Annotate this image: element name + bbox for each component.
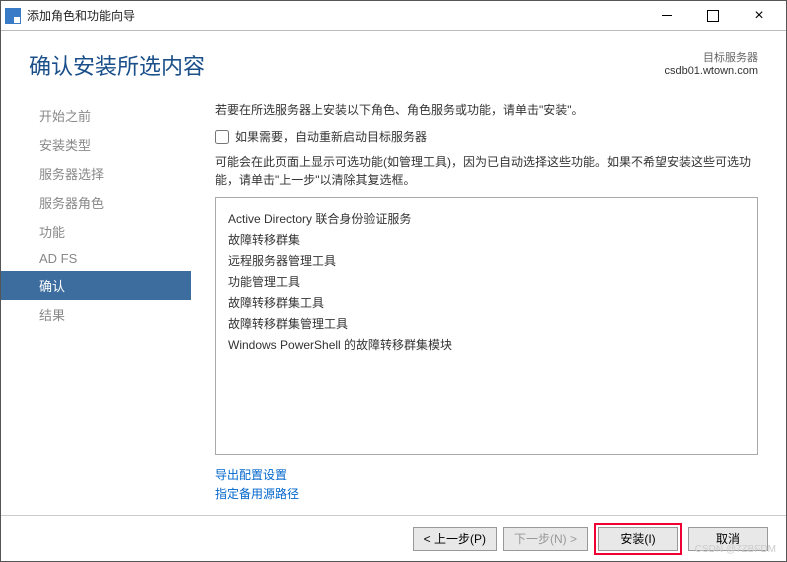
prev-button[interactable]: < 上一步(P) [413,527,497,551]
server-info: 目标服务器 csdb01.wtown.com [664,49,758,77]
app-icon [5,8,21,24]
server-name: csdb01.wtown.com [664,65,758,77]
list-item: 故障转移群集工具 [228,292,745,313]
sidebar-item-serverselect[interactable]: 服务器选择 [29,159,191,188]
maximize-button[interactable] [690,1,736,31]
titlebar: 添加角色和功能向导 × [1,1,786,31]
minimize-button[interactable] [644,1,690,31]
server-label: 目标服务器 [664,49,758,65]
sidebar-item-installtype[interactable]: 安装类型 [29,130,191,159]
wizard-sidebar: 开始之前 安装类型 服务器选择 服务器角色 功能 AD FS 确认 结果 [1,93,191,511]
sidebar-item-adfs[interactable]: AD FS [29,246,191,271]
list-item: 功能管理工具 [228,271,745,292]
export-config-link[interactable]: 导出配置设置 [215,465,758,484]
install-button[interactable]: 安装(I) [598,527,678,551]
install-highlight: 安装(I) [594,523,682,555]
main-panel: 若要在所选服务器上安装以下角色、角色服务或功能，请单击"安装"。 如果需要，自动… [191,93,786,511]
list-item: 故障转移群集 [228,229,745,250]
page-header: 确认安装所选内容 目标服务器 csdb01.wtown.com [1,31,786,93]
sidebar-item-serverroles[interactable]: 服务器角色 [29,188,191,217]
info-text: 可能会在此页面上显示可选功能(如管理工具)，因为已自动选择这些功能。如果不希望安… [215,153,758,189]
alt-source-link[interactable]: 指定备用源路径 [215,484,758,503]
intro-text: 若要在所选服务器上安装以下角色、角色服务或功能，请单击"安装"。 [215,101,758,118]
window-title: 添加角色和功能向导 [27,7,644,24]
cancel-button[interactable]: 取消 [688,527,768,551]
list-item: 故障转移群集管理工具 [228,313,745,334]
list-item: Active Directory 联合身份验证服务 [228,208,745,229]
sidebar-item-features[interactable]: 功能 [29,217,191,246]
auto-restart-checkbox[interactable] [215,130,229,144]
wizard-footer: < 上一步(P) 下一步(N) > 安装(I) 取消 [1,515,786,561]
page-title: 确认安装所选内容 [29,49,205,81]
sidebar-item-results[interactable]: 结果 [29,300,191,329]
list-item: Windows PowerShell 的故障转移群集模块 [228,334,745,355]
sidebar-item-before[interactable]: 开始之前 [29,101,191,130]
auto-restart-label: 如果需要，自动重新启动目标服务器 [235,128,427,145]
next-button: 下一步(N) > [503,527,588,551]
list-item: 远程服务器管理工具 [228,250,745,271]
selection-listbox[interactable]: Active Directory 联合身份验证服务 故障转移群集 远程服务器管理… [215,197,758,455]
close-button[interactable]: × [736,1,782,31]
sidebar-item-confirm[interactable]: 确认 [1,271,191,300]
